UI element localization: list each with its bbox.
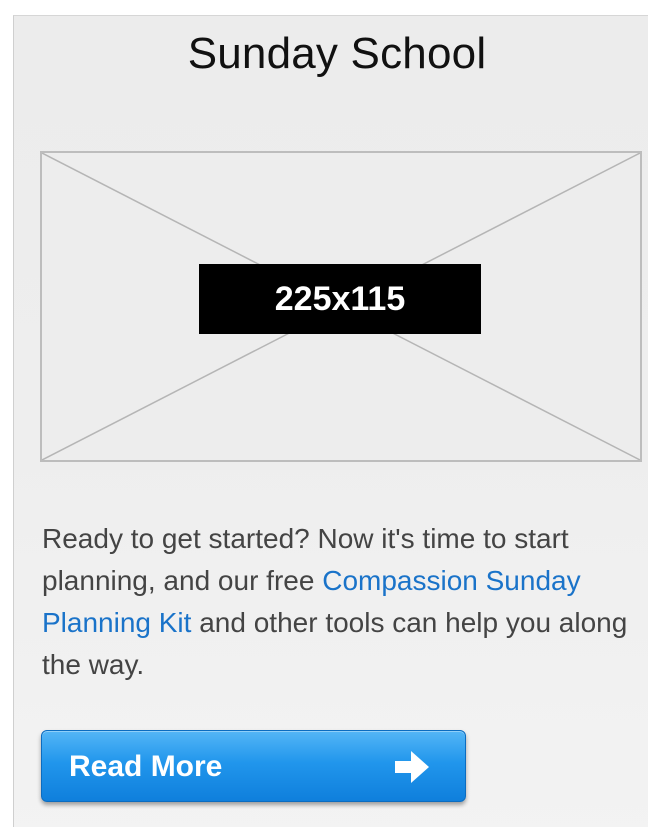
image-dimensions-label: 225x115 (199, 264, 481, 334)
arrow-right-icon (395, 751, 429, 783)
read-more-label: Read More (69, 750, 223, 783)
read-more-button[interactable]: Read More (41, 730, 466, 802)
description-text: Ready to get started? Now it's time to s… (42, 518, 632, 686)
image-placeholder: 225x115 (40, 151, 642, 462)
section-title: Sunday School (187, 29, 487, 78)
